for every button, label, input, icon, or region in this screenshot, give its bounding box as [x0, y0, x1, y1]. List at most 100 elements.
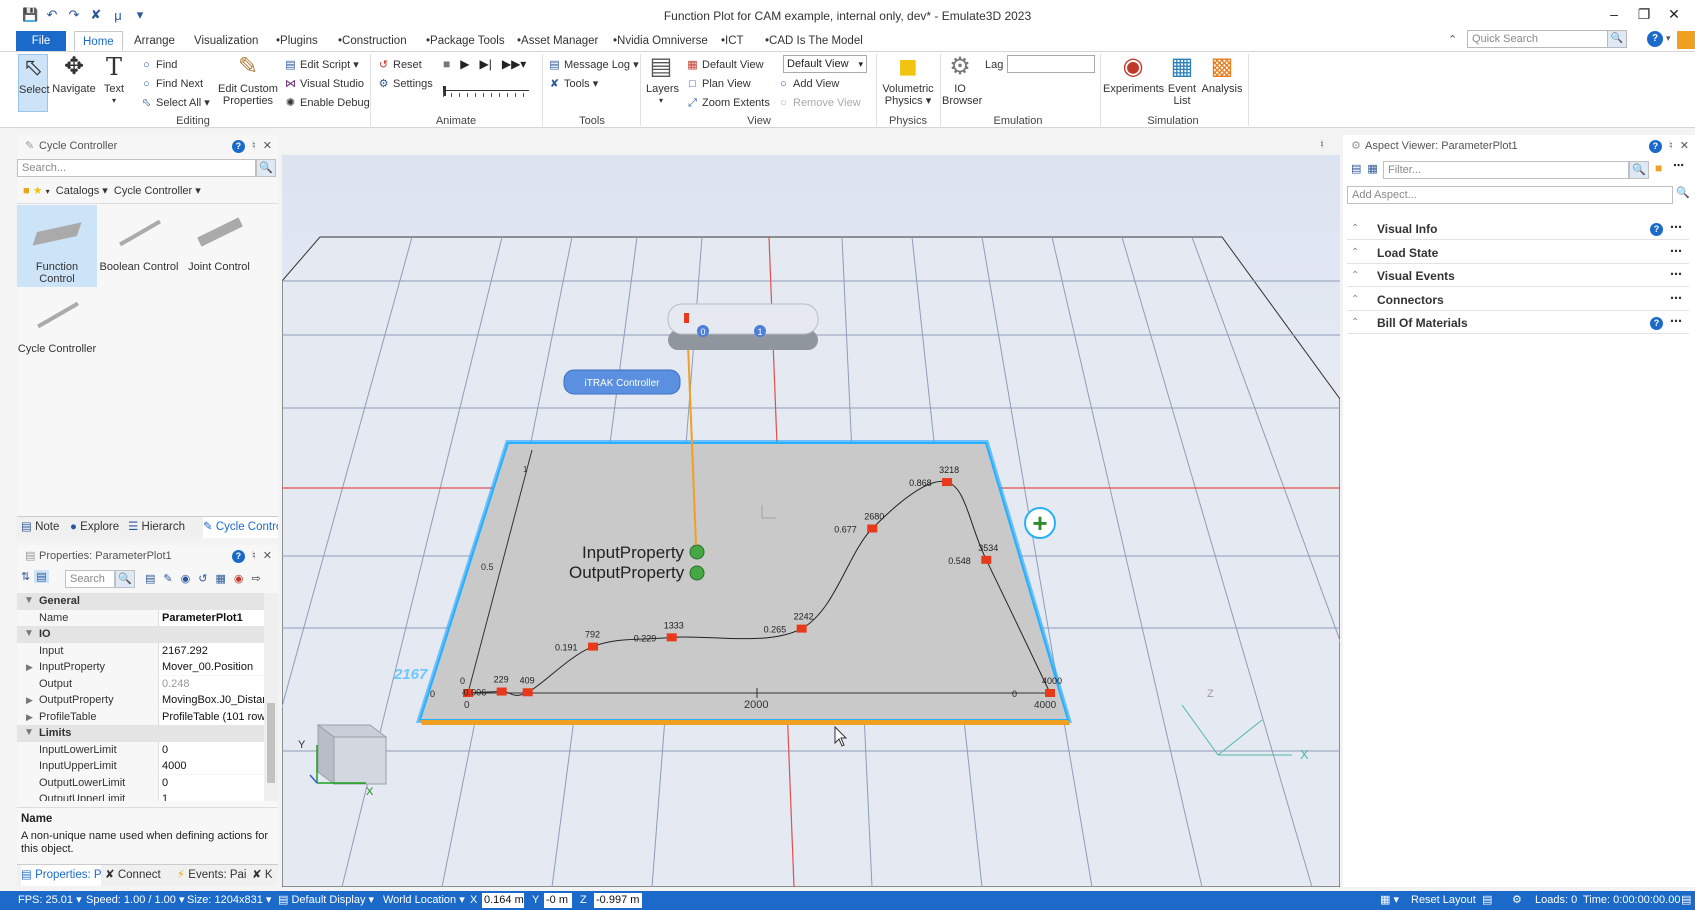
breadcrumb-catalogs[interactable]: Catalogs — [56, 185, 99, 197]
property-category[interactable]: ▼ Limits — [17, 725, 278, 742]
folder-icon[interactable]: ■ — [23, 185, 30, 197]
profile-point-marker[interactable] — [1045, 689, 1055, 697]
fast-forward-icon[interactable]: ▶▶▾ — [502, 57, 526, 71]
profile-point-marker[interactable] — [522, 688, 533, 697]
pin-icon[interactable]: ♮ — [252, 135, 256, 157]
viewport-pin-icon[interactable]: ♮ — [1320, 138, 1324, 151]
catalog-item-cycle-controller[interactable]: Cycle Controller — [17, 287, 97, 369]
analysis-button[interactable]: ▩ Analysis — [1200, 54, 1244, 96]
remove-view-button[interactable]: ○ Remove View — [777, 95, 861, 111]
help-dropdown-icon[interactable]: ▾ — [1666, 33, 1671, 44]
profile-point-marker[interactable] — [588, 642, 599, 651]
star-icon[interactable]: ★ — [33, 185, 43, 197]
category-collapse-icon[interactable]: ▼ — [24, 725, 34, 741]
aspect-section[interactable]: ⌃ Visual Info? ⋯ — [1347, 218, 1689, 240]
property-category[interactable]: ▼ General — [17, 593, 278, 610]
aspect-filter-button[interactable]: 🔍 — [1629, 161, 1649, 179]
property-search-button[interactable]: 🔍 — [115, 570, 135, 588]
property-row[interactable]: ▶ ProfileTable ProfileTable (101 rows) — [17, 708, 278, 726]
visual-studio-button[interactable]: ⋈ Visual Studio — [284, 76, 364, 92]
property-row[interactable]: InputUpperLimit 4000 — [17, 758, 278, 775]
collapse-ribbon-icon[interactable]: ⌃ — [1448, 33, 1457, 46]
aspect-filter-icon-2[interactable]: ▦ — [1367, 162, 1377, 175]
find-next-button[interactable]: ○ Find Next — [140, 76, 203, 92]
edit-script-button[interactable]: ▤ Edit Script ▾ — [284, 57, 358, 73]
quick-search-input[interactable]: Quick Search — [1467, 30, 1623, 48]
help-icon[interactable]: ? — [1647, 31, 1663, 47]
aspect-section[interactable]: ⌃ Connectors ⋯ — [1347, 289, 1689, 311]
category-collapse-icon[interactable]: ▼ — [24, 626, 34, 642]
text-button[interactable]: T Text ▾ — [100, 54, 128, 107]
row-expand-icon[interactable]: ▶ — [26, 659, 33, 675]
section-collapse-icon[interactable]: ⌃ — [1351, 289, 1359, 311]
io-browser-button[interactable]: ⚙ IO Browser — [942, 54, 982, 108]
layers-button[interactable]: ▤ Layers ▾ — [646, 54, 679, 107]
layout-grid-icon[interactable]: ▦ ▾ — [1380, 891, 1399, 910]
add-aspect-search-icon[interactable]: 🔍 — [1676, 186, 1690, 199]
quick-search-button[interactable]: 🔍 — [1607, 30, 1627, 48]
category-collapse-icon[interactable]: ▼ — [24, 593, 34, 609]
tab-visualization[interactable]: Visualization — [186, 31, 266, 51]
default-view-button[interactable]: ▦ Default View — [686, 57, 763, 73]
stop-icon[interactable]: ■ — [443, 57, 450, 71]
navigate-button[interactable]: ✥ Navigate — [52, 54, 96, 96]
profile-point-marker[interactable] — [981, 555, 992, 564]
close-icon[interactable]: ✕ — [1680, 135, 1689, 157]
row-expand-icon[interactable]: ▶ — [26, 709, 33, 725]
input-property-connector[interactable] — [689, 544, 705, 560]
status-end-icon[interactable]: ▤ — [1681, 891, 1691, 910]
add-aspect-input[interactable]: Add Aspect... — [1347, 186, 1673, 204]
speed-slider[interactable] — [443, 90, 529, 91]
script-props-icon[interactable]: ◉ — [234, 572, 244, 585]
property-value[interactable]: ProfileTable (101 rows) — [158, 708, 278, 725]
row-expand-icon[interactable]: ▶ — [26, 692, 33, 708]
display-select[interactable]: ▤ Default Display ▾ — [278, 891, 374, 910]
help-icon[interactable]: ? — [1650, 223, 1663, 236]
collapse-icon[interactable]: ↺ — [198, 572, 207, 585]
aspect-menu-dots[interactable]: ⋯ — [1673, 159, 1684, 172]
property-row[interactable]: OutputLowerLimit 0 — [17, 774, 278, 792]
tab-hierarchy[interactable]: ☰ Hierarch — [128, 517, 200, 538]
property-row[interactable]: ▶ InputProperty Mover_00.Position — [17, 659, 278, 676]
status-icon-2[interactable]: ⚙ — [1512, 891, 1522, 910]
property-value[interactable]: ParameterPlot1 — [158, 609, 278, 626]
table-icon[interactable]: ▦ — [215, 572, 225, 585]
view-select[interactable]: Default View ▾ — [783, 55, 867, 73]
help-icon[interactable]: ? — [231, 139, 245, 153]
zoom-extents-button[interactable]: ⤢ Zoom Extents — [686, 95, 770, 111]
aspect-filter-input[interactable]: Filter... — [1383, 161, 1629, 179]
tab-explore[interactable]: ● Explore — [70, 517, 126, 538]
tab-cad-is-the-model[interactable]: •CAD Is The Model — [757, 31, 871, 51]
speed-readout[interactable]: Speed: 1.00 / 1.00 ▾ — [86, 891, 185, 910]
property-row[interactable]: Output 0.248 — [17, 675, 278, 693]
step-icon[interactable]: ▶| — [479, 57, 491, 71]
help-icon[interactable]: ? — [1648, 139, 1662, 153]
help-icon[interactable]: ? — [1650, 317, 1663, 330]
reset-button[interactable]: ↺ Reset — [377, 57, 422, 73]
tab-package-tools[interactable]: •Package Tools — [418, 31, 513, 51]
experiments-button[interactable]: ◉ Experiments — [1103, 54, 1164, 96]
select-button[interactable]: ⬁ Select — [18, 54, 50, 112]
find-button[interactable]: ○ Find — [140, 57, 177, 73]
pin-icon[interactable]: ♮ — [252, 545, 256, 567]
close-button[interactable]: ✕ — [1661, 4, 1687, 24]
catalog-search-button[interactable]: 🔍 — [256, 159, 276, 177]
catalog-search-input[interactable]: Search... — [17, 159, 256, 177]
property-row[interactable]: Input 2167.292 — [17, 642, 278, 660]
section-menu-dots[interactable]: ⋯ — [1670, 287, 1683, 309]
select-all-button[interactable]: ⬁ Select All ▾ — [140, 95, 210, 111]
property-row[interactable]: OutputUpperLimit 1 — [17, 791, 278, 801]
property-value[interactable]: 1 — [158, 791, 278, 801]
event-list-button[interactable]: ▦ Event List — [1167, 54, 1197, 108]
property-value[interactable]: MovingBox.J0_Distance — [158, 692, 278, 708]
minimize-button[interactable]: – — [1601, 4, 1627, 24]
property-row[interactable]: ▶ OutputProperty MovingBox.J0_Distance — [17, 692, 278, 709]
property-value[interactable]: Mover_00.Position — [158, 659, 278, 675]
location-select[interactable]: World Location ▾ — [383, 891, 465, 910]
property-grid-scrollbar[interactable] — [264, 593, 278, 801]
fps-readout[interactable]: FPS: 25.01 ▾ — [18, 891, 82, 910]
restore-button[interactable]: ❐ — [1631, 4, 1657, 24]
section-menu-dots[interactable]: ⋯ — [1670, 240, 1683, 262]
section-menu-dots[interactable]: ⋯ — [1670, 263, 1683, 285]
help-icon[interactable]: ? — [231, 549, 245, 563]
